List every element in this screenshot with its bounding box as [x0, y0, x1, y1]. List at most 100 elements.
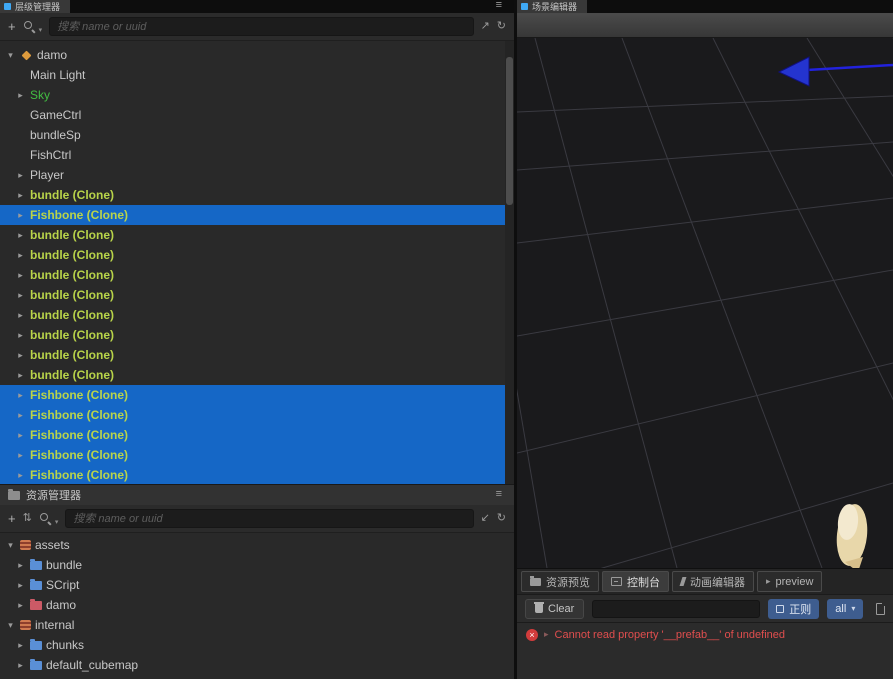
caret-right-icon[interactable] — [15, 470, 26, 481]
tree-item[interactable]: bundle (Clone) — [0, 185, 514, 205]
caret-right-icon[interactable] — [15, 370, 26, 381]
tree-item[interactable]: GameCtrl — [0, 105, 514, 125]
right-panel: 场景编辑器 资源预览 控制台 动画编辑器 ▸ preview Clear 正则 … — [517, 0, 893, 679]
fish-model — [836, 504, 868, 568]
caret-right-icon[interactable] — [15, 390, 26, 401]
sort-icon[interactable]: ⇅ — [23, 513, 32, 524]
expand-all-icon[interactable]: ↗ — [481, 21, 490, 32]
asset-item[interactable]: default_cubemap — [0, 655, 514, 675]
tree-item-selected[interactable]: Fishbone (Clone) — [0, 465, 514, 484]
caret-right-icon[interactable] — [15, 170, 26, 181]
tab-scene-editor[interactable]: 场景编辑器 — [517, 0, 588, 13]
search-icon[interactable] — [39, 512, 52, 525]
tree-item[interactable]: bundle (Clone) — [0, 245, 514, 265]
caret-down-icon[interactable] — [5, 540, 16, 551]
tree-item[interactable]: Main Light — [0, 65, 514, 85]
caret-right-icon[interactable] — [15, 210, 26, 221]
tree-item[interactable]: FishCtrl — [0, 145, 514, 165]
left-panel: 层级管理器 ≡ + ▾ ↗ ↻ damo Main Light Sky Game… — [0, 0, 514, 679]
tree-item[interactable]: Player — [0, 165, 514, 185]
caret-right-icon[interactable] — [15, 270, 26, 281]
tree-item[interactable]: bundle (Clone) — [0, 365, 514, 385]
tree-item-selected[interactable]: Fishbone (Clone) — [0, 425, 514, 445]
search-filter-caret-icon[interactable]: ▾ — [55, 518, 59, 532]
search-icon[interactable] — [23, 20, 36, 33]
refresh-icon[interactable]: ↻ — [497, 21, 506, 32]
caret-right-icon[interactable] — [15, 350, 26, 361]
tree-item[interactable]: damo — [0, 45, 514, 65]
refresh-icon[interactable]: ↻ — [497, 513, 506, 524]
collapse-all-icon[interactable]: ↙ — [481, 513, 490, 524]
scene-viewport[interactable] — [517, 38, 893, 568]
add-asset-button[interactable]: + — [8, 512, 16, 525]
tree-item[interactable]: bundle (Clone) — [0, 305, 514, 325]
asset-item[interactable]: internal — [0, 615, 514, 635]
tree-item-selected[interactable]: Fishbone (Clone) — [0, 205, 514, 225]
asset-item[interactable]: bundle — [0, 555, 514, 575]
scrollbar-thumb[interactable] — [506, 57, 513, 205]
caret-right-icon[interactable] — [15, 330, 26, 341]
caret-right-icon[interactable] — [15, 190, 26, 201]
caret-right-icon[interactable] — [15, 580, 26, 591]
tree-item-selected[interactable]: Fishbone (Clone) — [0, 445, 514, 465]
tree-item[interactable]: bundle (Clone) — [0, 325, 514, 345]
tab-preview[interactable]: ▸ preview — [757, 571, 823, 592]
tab-hierarchy[interactable]: 层级管理器 — [0, 0, 71, 13]
hierarchy-tree: damo Main Light Sky GameCtrl bundleSp Fi… — [0, 41, 514, 484]
hierarchy-search-input[interactable] — [49, 17, 474, 36]
tree-item[interactable]: bundle (Clone) — [0, 345, 514, 365]
caret-right-icon[interactable] — [15, 250, 26, 261]
tree-item[interactable]: bundle (Clone) — [0, 285, 514, 305]
asset-item[interactable]: damo — [0, 595, 514, 615]
scrollbar-track[interactable] — [505, 41, 514, 484]
caret-right-icon[interactable] — [15, 640, 26, 651]
caret-right-icon[interactable] — [15, 600, 26, 611]
search-filter-caret-icon[interactable]: ▾ — [39, 26, 43, 40]
add-node-button[interactable]: + — [8, 20, 16, 33]
scene-3d-view — [517, 38, 893, 568]
caret-right-icon[interactable] — [15, 290, 26, 301]
tree-item[interactable]: bundle (Clone) — [0, 225, 514, 245]
asset-item[interactable]: assets — [0, 535, 514, 555]
tree-item[interactable]: Sky — [0, 85, 514, 105]
tab-console[interactable]: 控制台 — [602, 571, 669, 592]
assets-search-input[interactable] — [65, 509, 474, 528]
caret-right-icon[interactable] — [15, 560, 26, 571]
folder-icon — [30, 579, 42, 590]
scene-toolbar[interactable] — [517, 13, 893, 38]
caret-right-icon[interactable]: ▸ — [544, 629, 549, 640]
caret-down-icon[interactable] — [5, 50, 16, 61]
folder-icon — [30, 659, 42, 670]
scene-tabbar: 场景编辑器 — [517, 0, 893, 13]
asset-item[interactable]: SCript — [0, 575, 514, 595]
caret-right-icon[interactable] — [15, 430, 26, 441]
hierarchy-menu-icon[interactable]: ≡ — [496, 0, 502, 12]
caret-right-icon[interactable] — [15, 310, 26, 321]
assets-panel-title: 资源管理器 — [26, 490, 81, 502]
caret-right-icon[interactable] — [15, 410, 26, 421]
tree-item[interactable]: bundleSp — [0, 125, 514, 145]
assets-menu-icon[interactable]: ≡ — [496, 488, 502, 501]
caret-down-icon[interactable] — [5, 620, 16, 631]
caret-right-icon[interactable] — [15, 660, 26, 671]
caret-right-icon[interactable] — [15, 230, 26, 241]
console-error-row[interactable]: × ▸ Cannot read property '__prefab__' of… — [517, 622, 893, 646]
tree-item-selected[interactable]: Fishbone (Clone) — [0, 405, 514, 425]
tree-item[interactable]: bundle (Clone) — [0, 265, 514, 285]
tree-item-selected[interactable]: Fishbone (Clone) — [0, 385, 514, 405]
log-level-dropdown[interactable]: all ▾ — [827, 598, 864, 619]
hierarchy-toolbar: + ▾ ↗ ↻ — [0, 13, 514, 41]
assets-header: 资源管理器 ≡ — [0, 484, 514, 505]
caret-right-icon[interactable] — [15, 90, 26, 101]
tab-animation-editor[interactable]: 动画编辑器 — [672, 571, 754, 592]
log-file-icon[interactable] — [876, 602, 885, 615]
folder-icon — [30, 599, 42, 610]
caret-right-icon[interactable] — [15, 450, 26, 461]
asset-item[interactable]: chunks — [0, 635, 514, 655]
assets-panel-icon — [8, 489, 20, 500]
trash-icon — [534, 602, 544, 613]
regex-toggle[interactable]: 正则 — [768, 598, 820, 619]
tab-asset-preview[interactable]: 资源预览 — [521, 571, 599, 592]
clear-button[interactable]: Clear — [525, 598, 585, 619]
console-filter-input[interactable] — [592, 599, 761, 618]
